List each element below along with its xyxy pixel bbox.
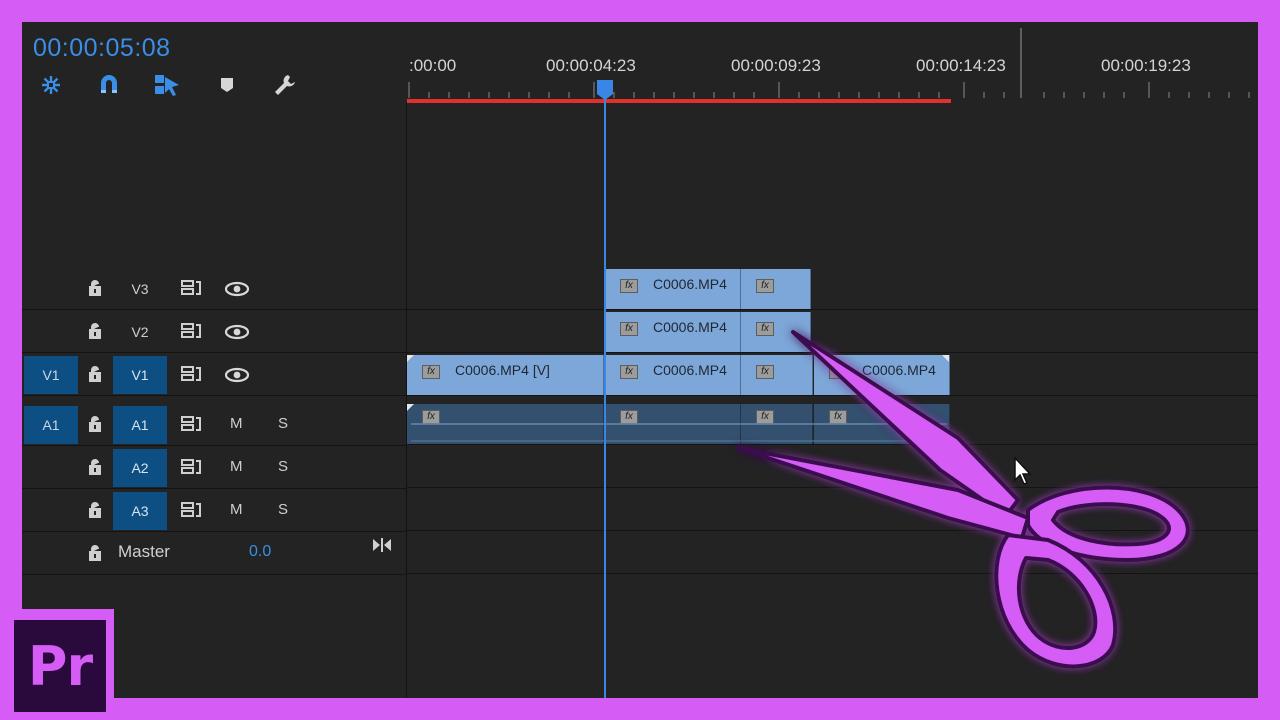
time-ruler[interactable]: :00:00 00:00:04:23 00:00:09:23 00:00:14:… — [407, 22, 1258, 103]
track-name-v3[interactable]: V3 — [113, 270, 167, 308]
solo-button[interactable]: S — [278, 501, 288, 518]
playhead-line[interactable] — [604, 98, 606, 698]
playhead-timecode[interactable]: 00:00:05:08 — [33, 34, 171, 63]
fx-badge: fx — [620, 365, 638, 379]
track-header-a2: A2 M S — [22, 447, 406, 489]
clip-v3-2[interactable]: fx — [741, 269, 811, 309]
sync-lock-icon[interactable] — [180, 501, 204, 519]
fx-badge: fx — [756, 279, 774, 293]
solo-button[interactable]: S — [278, 458, 288, 475]
track-header-a3: A3 M S — [22, 490, 406, 532]
mute-button[interactable]: M — [230, 415, 243, 432]
track-name-a3[interactable]: A3 — [113, 492, 167, 530]
ruler-label: 00:00:14:23 — [916, 56, 1006, 75]
scissors-icon — [736, 330, 1190, 669]
ruler-label: 00:00:09:23 — [731, 56, 821, 75]
premiere-logo-text: Pr — [27, 634, 93, 698]
eye-icon[interactable] — [224, 280, 250, 298]
ruler-label: 00:00:04:23 — [546, 56, 636, 75]
track-header-v1: V1 V1 — [22, 354, 406, 396]
track-header-v2: V2 — [22, 311, 406, 353]
work-area-bar[interactable] — [407, 99, 951, 103]
lane-v3[interactable]: fx C0006.MP4 fx — [407, 268, 1258, 310]
marker-icon[interactable] — [212, 70, 242, 100]
fx-badge: fx — [422, 365, 440, 379]
track-header-master: Master 0.0 — [22, 533, 406, 575]
lock-icon[interactable] — [86, 322, 104, 340]
playhead-handle[interactable] — [595, 78, 615, 102]
sync-lock-icon[interactable] — [180, 322, 204, 340]
mute-button[interactable]: M — [230, 458, 243, 475]
eye-icon[interactable] — [224, 323, 250, 341]
go-to-in-out-icon[interactable] — [372, 537, 392, 553]
source-patch-a1[interactable]: A1 — [24, 406, 78, 444]
sync-lock-icon[interactable] — [180, 458, 204, 476]
eye-icon[interactable] — [224, 366, 250, 384]
lock-icon[interactable] — [86, 501, 104, 519]
ruler-label: 00:00:19:23 — [1101, 56, 1191, 75]
snap-icon[interactable] — [36, 70, 66, 100]
lock-icon[interactable] — [86, 365, 104, 383]
wrench-icon[interactable] — [270, 70, 300, 100]
track-header-a1: A1 A1 M S — [22, 404, 406, 446]
source-patch-v1[interactable]: V1 — [24, 356, 78, 394]
clip-v1-1[interactable]: fx C0006.MP4 [V] — [407, 355, 604, 395]
ruler-label: :00:00 — [409, 56, 457, 75]
sync-lock-icon[interactable] — [180, 279, 204, 297]
clip-start-marker — [407, 355, 414, 362]
mouse-cursor-icon — [1014, 456, 1032, 485]
master-label: Master — [118, 542, 170, 561]
clip-label: C0006.MP4 — [653, 276, 727, 292]
mute-button[interactable]: M — [230, 501, 243, 518]
magnet-icon[interactable] — [94, 70, 124, 100]
sync-lock-icon[interactable] — [180, 365, 204, 383]
sync-lock-icon[interactable] — [180, 415, 204, 433]
lock-icon[interactable] — [86, 544, 104, 562]
premiere-logo: Pr — [14, 620, 106, 712]
lock-icon[interactable] — [86, 415, 104, 433]
track-name-v2[interactable]: V2 — [113, 313, 167, 351]
fx-badge: fx — [620, 279, 638, 293]
clip-label: C0006.MP4 [V] — [455, 362, 550, 378]
lock-icon[interactable] — [86, 279, 104, 297]
track-header-v3: V3 — [22, 268, 406, 310]
fx-badge: fx — [620, 322, 638, 336]
linked-selection-icon[interactable] — [152, 70, 182, 100]
lock-icon[interactable] — [86, 458, 104, 476]
track-name-a2[interactable]: A2 — [113, 449, 167, 487]
master-volume-value[interactable]: 0.0 — [249, 543, 271, 561]
timeline-header: 00:00:05:08 — [22, 22, 406, 102]
track-name-a1[interactable]: A1 — [113, 406, 167, 444]
clip-v3-1[interactable]: fx C0006.MP4 — [605, 269, 741, 309]
solo-button[interactable]: S — [278, 415, 288, 432]
track-name-v1[interactable]: V1 — [113, 356, 167, 394]
